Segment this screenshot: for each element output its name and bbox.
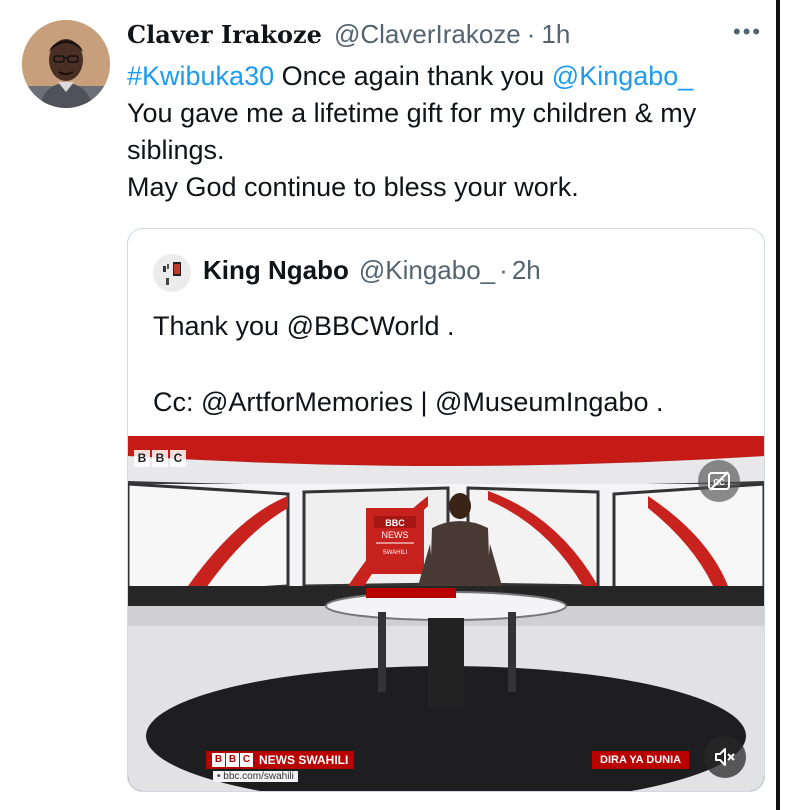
mute-icon[interactable] (704, 736, 746, 778)
lower-third-text: NEWS SWAHILI (259, 753, 349, 767)
quoted-author-name[interactable]: King Ngabo (203, 255, 349, 286)
quoted-tweet-time[interactable]: 2h (512, 255, 541, 286)
mention-link[interactable]: @Kingabo_ (552, 61, 694, 91)
lower-third-url: • bbc.com/swahili (213, 771, 298, 782)
captions-icon[interactable]: CC (698, 460, 740, 502)
logo-letter: B (134, 450, 150, 467)
desk-logo-line1: BBC (385, 518, 405, 528)
desk-logo-line3: SWAHILI (383, 550, 408, 556)
separator: · (526, 18, 536, 49)
video-frame: BBC NEWS SWAHILI (128, 436, 764, 791)
quoted-text-line1: Thank you @BBCWorld . (153, 311, 455, 341)
desk-logo-line2: NEWS (382, 530, 409, 540)
logo-letter: C (170, 450, 186, 467)
logo-letter: B (226, 753, 239, 767)
quoted-tweet-card[interactable]: King Ngabo @Kingabo_ · 2h Thank you @BBC… (127, 228, 765, 792)
lower-third-program: DIRA YA DUNIA (592, 751, 690, 769)
quoted-tweet-header: King Ngabo @Kingabo_ · 2h (203, 255, 541, 286)
tweet-time[interactable]: 1h (541, 19, 570, 50)
tweet-header: Claver Irakoze @ClaverIrakoze · 1h (127, 16, 570, 52)
author-name[interactable]: Claver Irakoze (127, 20, 322, 49)
video-player[interactable]: BBC NEWS SWAHILI B B C CC B B C NEWS SWA… (128, 436, 764, 791)
tweet-text-line1: Once again thank you (274, 61, 552, 91)
logo-letter: B (212, 753, 225, 767)
bbc-lower-third: B B C NEWS SWAHILI (206, 751, 355, 769)
author-handle[interactable]: @ClaverIrakoze (334, 19, 521, 50)
logo-letter: C (240, 753, 253, 767)
quoted-text-line2: Cc: @ArtforMemories | @MuseumIngabo . (153, 387, 664, 417)
tweet-text: #Kwibuka30 Once again thank you @Kingabo… (127, 58, 767, 206)
author-avatar[interactable] (22, 20, 110, 108)
quoted-author-avatar[interactable] (153, 254, 191, 292)
tweet-text-line3: May God continue to bless your work. (127, 172, 579, 202)
scrollbar[interactable] (776, 0, 780, 810)
quoted-author-handle[interactable]: @Kingabo_ (359, 255, 495, 286)
tweet-text-line2: You gave me a lifetime gift for my child… (127, 98, 697, 165)
logo-letter: B (152, 450, 168, 467)
quoted-tweet-text: Thank you @BBCWorld . Cc: @ArtforMemorie… (153, 307, 753, 421)
more-icon[interactable]: ••• (733, 21, 762, 43)
hashtag-link[interactable]: #Kwibuka30 (127, 61, 274, 91)
separator: · (499, 255, 508, 285)
bbc-corner-logo: B B C (134, 450, 186, 468)
